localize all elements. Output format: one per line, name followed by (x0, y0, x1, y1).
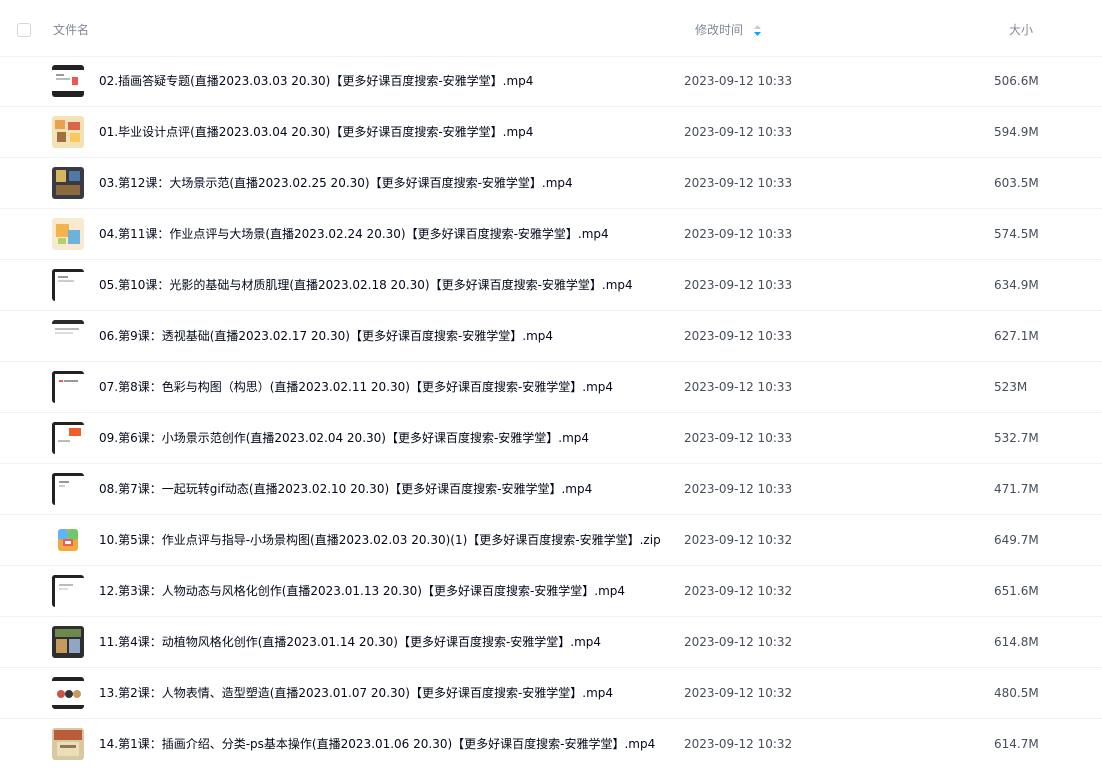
file-name[interactable]: 04.第11课：作业点评与大场景(直播2023.02.24 20.30)【更多好… (99, 226, 609, 242)
file-modified-time: 2023-09-12 10:33 (684, 227, 793, 241)
file-modified-time: 2023-09-12 10:33 (684, 125, 793, 139)
file-row[interactable]: 02.插画答疑专题(直播2023.03.03 20.30)【更多好课百度搜索-安… (0, 56, 1102, 107)
file-size: 651.6M (994, 584, 1039, 598)
video-thumbnail-icon (52, 65, 84, 97)
video-thumbnail-icon (52, 218, 84, 250)
file-row[interactable]: 04.第11课：作业点评与大场景(直播2023.02.24 20.30)【更多好… (0, 209, 1102, 260)
file-name[interactable]: 14.第1课：插画介绍、分类-ps基本操作(直播2023.01.06 20.30… (99, 736, 655, 752)
file-modified-time: 2023-09-12 10:33 (684, 278, 793, 292)
video-thumbnail-icon (52, 677, 84, 709)
video-thumbnail-icon (52, 422, 84, 454)
file-name[interactable]: 01.毕业设计点评(直播2023.03.04 20.30)【更多好课百度搜索-安… (99, 124, 533, 140)
file-list-table: 文件名 修改时间 大小 02.插画答疑专题(直播2023.03.03 20.30… (0, 0, 1102, 768)
file-size: 523M (994, 380, 1028, 394)
file-name[interactable]: 12.第3课：人物动态与风格化创作(直播2023.01.13 20.30)【更多… (99, 583, 625, 599)
file-name[interactable]: 02.插画答疑专题(直播2023.03.03 20.30)【更多好课百度搜索-安… (99, 73, 533, 89)
video-thumbnail-icon (52, 626, 84, 658)
file-size: 506.6M (994, 74, 1039, 88)
file-row[interactable]: 10.第5课：作业点评与指导-小场景构图(直播2023.02.03 20.30)… (0, 515, 1102, 566)
sort-descending-icon[interactable] (753, 24, 762, 37)
file-size: 594.9M (994, 125, 1039, 139)
file-row[interactable]: 07.第8课：色彩与构图（构思）(直播2023.02.11 20.30)【更多好… (0, 362, 1102, 413)
file-size: 480.5M (994, 686, 1039, 700)
file-size: 614.8M (994, 635, 1039, 649)
file-row[interactable]: 12.第3课：人物动态与风格化创作(直播2023.01.13 20.30)【更多… (0, 566, 1102, 617)
file-size: 603.5M (994, 176, 1039, 190)
file-row[interactable]: 06.第9课：透视基础(直播2023.02.17 20.30)【更多好课百度搜索… (0, 311, 1102, 362)
file-row[interactable]: 09.第6课：小场景示范创作(直播2023.02.04 20.30)【更多好课百… (0, 413, 1102, 464)
file-modified-time: 2023-09-12 10:33 (684, 431, 793, 445)
column-header-size[interactable]: 大小 (1009, 22, 1033, 38)
file-name[interactable]: 09.第6课：小场景示范创作(直播2023.02.04 20.30)【更多好课百… (99, 430, 589, 446)
file-name[interactable]: 06.第9课：透视基础(直播2023.02.17 20.30)【更多好课百度搜索… (99, 328, 553, 344)
file-row[interactable]: 03.第12课：大场景示范(直播2023.02.25 20.30)【更多好课百度… (0, 158, 1102, 209)
file-modified-time: 2023-09-12 10:33 (684, 74, 793, 88)
file-name[interactable]: 03.第12课：大场景示范(直播2023.02.25 20.30)【更多好课百度… (99, 175, 573, 191)
file-row[interactable]: 13.第2课：人物表情、造型塑造(直播2023.01.07 20.30)【更多好… (0, 668, 1102, 719)
file-modified-time: 2023-09-12 10:32 (684, 737, 793, 751)
file-size: 614.7M (994, 737, 1039, 751)
file-modified-time: 2023-09-12 10:33 (684, 329, 793, 343)
video-thumbnail-icon (52, 167, 84, 199)
file-size: 471.7M (994, 482, 1039, 496)
file-name[interactable]: 05.第10课：光影的基础与材质肌理(直播2023.02.18 20.30)【更… (99, 277, 633, 293)
file-modified-time: 2023-09-12 10:32 (684, 584, 793, 598)
file-row[interactable]: 01.毕业设计点评(直播2023.03.04 20.30)【更多好课百度搜索-安… (0, 107, 1102, 158)
video-thumbnail-icon (52, 473, 84, 505)
file-modified-time: 2023-09-12 10:33 (684, 482, 793, 496)
video-thumbnail-icon (52, 371, 84, 403)
video-thumbnail-icon (52, 728, 84, 760)
file-row[interactable]: 08.第7课：一起玩转gif动态(直播2023.02.10 20.30)【更多好… (0, 464, 1102, 515)
file-rows: 02.插画答疑专题(直播2023.03.03 20.30)【更多好课百度搜索-安… (0, 56, 1102, 768)
file-name[interactable]: 10.第5课：作业点评与指导-小场景构图(直播2023.02.03 20.30)… (99, 532, 661, 548)
file-name[interactable]: 13.第2课：人物表情、造型塑造(直播2023.01.07 20.30)【更多好… (99, 685, 613, 701)
file-modified-time: 2023-09-12 10:32 (684, 635, 793, 649)
file-row[interactable]: 14.第1课：插画介绍、分类-ps基本操作(直播2023.01.06 20.30… (0, 719, 1102, 768)
video-thumbnail-icon (52, 269, 84, 301)
file-row[interactable]: 05.第10课：光影的基础与材质肌理(直播2023.02.18 20.30)【更… (0, 260, 1102, 311)
video-thumbnail-icon (52, 575, 84, 607)
file-modified-time: 2023-09-12 10:32 (684, 686, 793, 700)
file-size: 649.7M (994, 533, 1039, 547)
column-header-modified-time[interactable]: 修改时间 (695, 22, 743, 38)
file-size: 574.5M (994, 227, 1039, 241)
select-all-checkbox[interactable] (17, 23, 31, 37)
zip-archive-icon (52, 524, 84, 556)
table-header: 文件名 修改时间 大小 (0, 0, 1102, 57)
file-name[interactable]: 11.第4课：动植物风格化创作(直播2023.01.14 20.30)【更多好课… (99, 634, 601, 650)
column-header-name[interactable]: 文件名 (53, 22, 89, 38)
video-thumbnail-icon (52, 320, 84, 352)
file-size: 634.9M (994, 278, 1039, 292)
file-row[interactable]: 11.第4课：动植物风格化创作(直播2023.01.14 20.30)【更多好课… (0, 617, 1102, 668)
file-modified-time: 2023-09-12 10:32 (684, 533, 793, 547)
file-name[interactable]: 07.第8课：色彩与构图（构思）(直播2023.02.11 20.30)【更多好… (99, 379, 613, 395)
file-size: 532.7M (994, 431, 1039, 445)
file-size: 627.1M (994, 329, 1039, 343)
video-thumbnail-icon (52, 116, 84, 148)
file-name[interactable]: 08.第7课：一起玩转gif动态(直播2023.02.10 20.30)【更多好… (99, 481, 592, 497)
file-modified-time: 2023-09-12 10:33 (684, 380, 793, 394)
file-modified-time: 2023-09-12 10:33 (684, 176, 793, 190)
